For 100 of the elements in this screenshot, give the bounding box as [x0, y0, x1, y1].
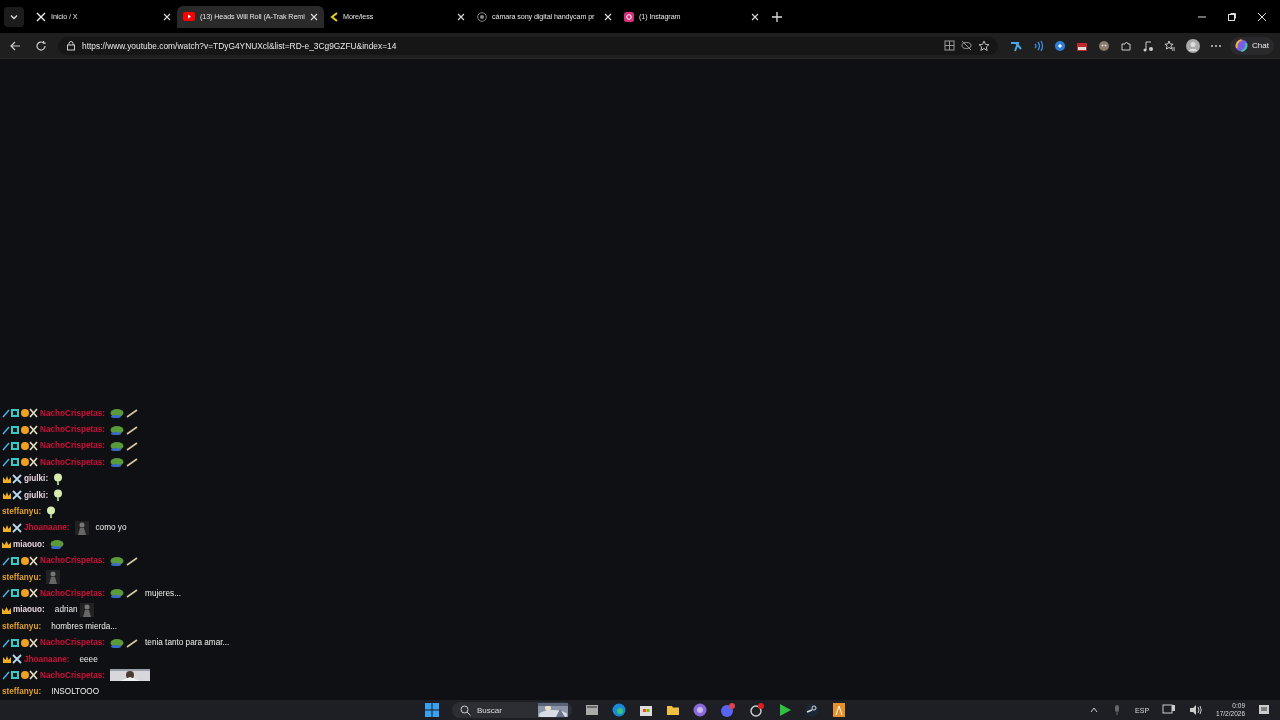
- chat-username: steffanyu:: [2, 687, 42, 697]
- tab-list-button[interactable]: [4, 6, 24, 27]
- close-icon: [310, 12, 318, 21]
- chat-username: NachoCrispetas:: [40, 457, 106, 467]
- eye-slash-icon[interactable]: [961, 40, 972, 51]
- edge-browser-icon[interactable]: [612, 703, 626, 717]
- chat-message-text: tenia tanto para amar...: [145, 638, 230, 648]
- copilot-logo-icon: [1235, 39, 1248, 52]
- store-icon[interactable]: [639, 703, 653, 717]
- chat-username: steffanyu:: [2, 572, 42, 582]
- chat-username: NachoCrispetas:: [40, 638, 106, 648]
- chat-message-text: hombres mierda...: [51, 621, 118, 631]
- frog-emote-icon: [110, 637, 125, 648]
- copilot-chat-button[interactable]: Chat: [1230, 36, 1274, 55]
- steam-icon[interactable]: [805, 703, 819, 717]
- chat-message-text: INSOLTOOO: [51, 687, 100, 697]
- chat-badges-icon: [2, 457, 38, 468]
- crown-badge-icon: [2, 539, 11, 550]
- chat-badges-icon: [2, 473, 22, 484]
- folder-icon[interactable]: [666, 703, 680, 717]
- refresh-icon[interactable]: [35, 39, 47, 52]
- chat-badges-icon: [2, 637, 38, 648]
- chat-username: Jhoanaane:: [24, 654, 70, 664]
- chat-badges-icon: [2, 440, 38, 451]
- crown-badge-icon: [2, 604, 11, 615]
- task-view-icon[interactable]: [585, 703, 599, 717]
- close-icon: [457, 12, 465, 21]
- chat-badges-icon: [2, 670, 38, 681]
- chat-username: NachoCrispetas:: [40, 441, 106, 451]
- chat-username: NachoCrispetas:: [40, 408, 106, 418]
- music-note-icon[interactable]: [1142, 39, 1154, 52]
- url-text: https://www.youtube.com/watch?v=TDyG4YNUXcl&list=RD-e_3Cg9GZFU&index=14: [82, 40, 397, 51]
- close-icon: [163, 12, 171, 21]
- address-bar[interactable]: https://www.youtube.com/watch?v=TDyG4YNUXcl&list=RD-e_3Cg9GZFU&index=14: [58, 36, 998, 55]
- frog-emote-icon: [110, 424, 125, 435]
- profile-avatar-icon[interactable]: [1186, 38, 1200, 53]
- restore-icon: [1227, 11, 1237, 22]
- play-button-icon: [183, 12, 195, 21]
- extension-icon[interactable]: [1054, 39, 1066, 52]
- frog-emote-icon: [110, 555, 125, 566]
- globe-icon: [477, 11, 487, 22]
- frog-emote-icon: [49, 539, 64, 550]
- lightbulb-emote-icon: [46, 505, 57, 518]
- chat-badges-icon: [2, 588, 38, 599]
- chat-username: giulki:: [24, 490, 49, 500]
- stick-emote-icon: [126, 555, 139, 566]
- figure-emote-icon: [74, 520, 89, 535]
- frog-emote-icon: [110, 408, 125, 419]
- frog-emote-icon: [110, 440, 125, 451]
- chat-username: steffanyu:: [2, 507, 42, 516]
- lock-icon: [66, 40, 76, 51]
- chevron-up-icon[interactable]: [1089, 705, 1100, 715]
- app-icon[interactable]: [749, 703, 765, 717]
- chat-username: NachoCrispetas:: [40, 670, 106, 680]
- instagram-icon: [624, 11, 634, 22]
- close-icon: [751, 12, 759, 21]
- chat-badges-icon: [2, 490, 22, 501]
- close-icon: [1257, 11, 1267, 22]
- chat-username: Jhoanaane:: [24, 523, 70, 533]
- extension-icon[interactable]: [1010, 39, 1022, 52]
- stick-emote-icon: [126, 637, 139, 648]
- windows-start-icon[interactable]: [425, 703, 439, 717]
- game-icon[interactable]: [832, 703, 846, 717]
- notification-icon[interactable]: [1258, 704, 1270, 716]
- chat-badges-icon: [2, 654, 22, 664]
- app-grid-icon[interactable]: [944, 40, 955, 51]
- network-icon[interactable]: [1162, 704, 1177, 716]
- close-icon: [604, 12, 612, 21]
- chat-message-text: adrian: [54, 605, 78, 615]
- lightbulb-emote-icon: [53, 489, 64, 502]
- chat-username: NachoCrispetas:: [40, 425, 106, 435]
- figure-emote-icon: [46, 570, 61, 585]
- taskbar-search-field[interactable]: Buscar: [452, 702, 572, 718]
- chat-badges-icon: [2, 555, 38, 566]
- figure-emote-icon: [79, 602, 94, 617]
- back-arrow-icon[interactable]: [9, 39, 21, 52]
- plus-icon: [771, 10, 783, 23]
- frog-emote-icon: [110, 457, 125, 468]
- stick-emote-icon: [126, 440, 139, 451]
- app-icon[interactable]: [693, 703, 707, 717]
- chat-username: steffanyu:: [2, 621, 42, 631]
- chat-badges-icon: [2, 408, 38, 419]
- volume-icon[interactable]: [1189, 704, 1204, 716]
- stick-emote-icon: [126, 424, 139, 435]
- chat-message-text: como yo: [95, 523, 127, 533]
- chevron-left-icon: [330, 11, 338, 22]
- extension-icon[interactable]: [1098, 39, 1110, 52]
- chat-message-text: eeee: [79, 654, 98, 664]
- chat-badges-icon: [2, 522, 22, 533]
- favorites-icon[interactable]: [1164, 39, 1176, 52]
- play-icon[interactable]: [778, 703, 792, 717]
- star-icon[interactable]: [978, 39, 990, 52]
- x-logo-icon: [36, 11, 46, 22]
- discord-icon[interactable]: [720, 703, 736, 717]
- chat-username: miaouo:: [13, 539, 45, 549]
- search-icon: [460, 704, 471, 716]
- chat-username: NachoCrispetas:: [40, 588, 106, 598]
- stick-emote-icon: [126, 408, 139, 419]
- sound-waves-icon[interactable]: [1032, 39, 1044, 52]
- chat-username: giulki:: [24, 474, 49, 484]
